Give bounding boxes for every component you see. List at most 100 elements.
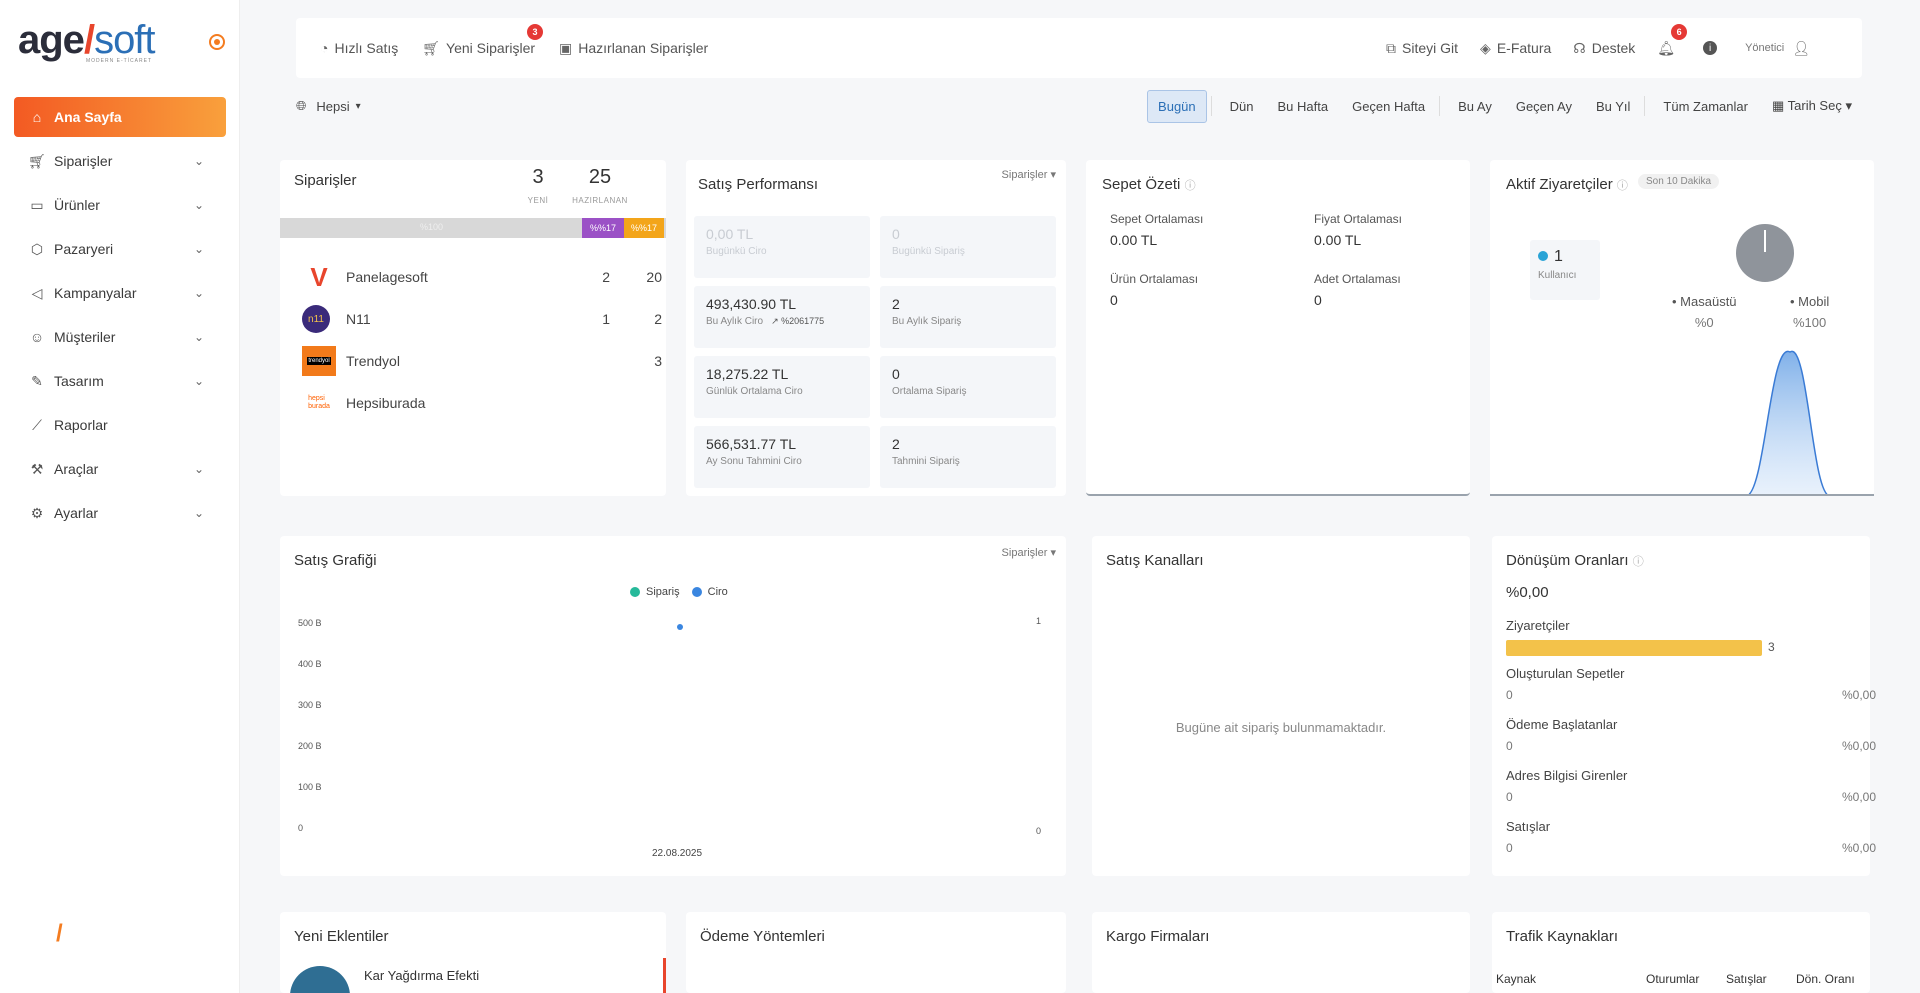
gear-icon: ⚙ [30,504,44,521]
cart-stat: Ürün Ortalaması 0 [1110,272,1198,308]
info-icon: i [1703,41,1718,55]
notifications-button[interactable]: 🔔︎ 6 [1657,23,1688,57]
new-plugins-card: Yeni Eklentiler Kar Yağdırma Efekti [280,912,666,993]
sidebar-item-label: Kampanyalar [54,285,137,301]
visitor-count-box: 1 Kullanıcı [1530,240,1600,300]
cart-icon: 🛒︎ [28,152,46,169]
date-tab-1[interactable]: Dün [1220,91,1264,122]
marketplace-row[interactable]: hepsi burada Hepsiburada [302,386,662,420]
cart-stat-value: 0.00 TL [1314,232,1362,248]
chevron-down-icon: ⌄ [193,242,204,256]
sidebar-nav: ⌂ Ana Sayfa 🛒︎ Siparişler ⌄ ▭ Ürünler ⌄ ⬡ Pazarye… [14,97,226,537]
chevron-down-icon: ⌄ [193,462,204,476]
brand-logo[interactable]: age/soft [18,18,156,63]
sales-channels-card: Satış Kanalları Bugüne ait sipariş bulun… [1092,536,1470,876]
date-tab-5[interactable]: Geçen Ay [1506,91,1582,122]
sidebar-item-label: Müşteriler [54,329,116,345]
sidebar-item-label: Ürünler [54,197,100,213]
cart-stat-label: Adet Ortalaması [1314,272,1401,286]
visitors-bar [1506,640,1762,656]
sidebar-item-5[interactable]: ☺ Müşteriler ⌄ [14,317,226,357]
sidebar-item-4[interactable]: ◁ Kampanyalar ⌄ [14,273,226,313]
visit-site-link[interactable]: ⧉ Siteyi Git [1386,40,1458,57]
support-link[interactable]: ☊ Destek [1573,40,1635,57]
sales-channels-title: Satış Kanalları [1106,552,1204,569]
new-orders-link[interactable]: 🛒︎ Yeni Siparişler 3 [422,23,544,57]
data-point-ciro[interactable] [677,624,683,630]
marketplace-row[interactable]: V Panelagesoft 2 20 [302,260,662,294]
pen-icon: ✎ [31,372,43,389]
performance-stat: 493,430.90 TL Bu Aylık Ciro ↗ %2061775 [694,286,870,348]
active-visitors-title: Aktif Ziyaretçiler ⓘ [1506,176,1628,193]
stat-label: Günlük Ortalama Ciro [706,386,803,397]
user-menu[interactable]: Yönetici 👤︎ [1745,40,1816,57]
performance-stat: 18,275.22 TL Günlük Ortalama Ciro [694,356,870,418]
visitors-period-badge: Son 10 Dakika [1638,174,1720,189]
date-tab-7[interactable]: Tüm Zamanlar [1653,91,1758,122]
marketplace-row[interactable]: trendyol Trendyol 3 [302,344,662,378]
legend-mobile: • Mobil %100 [1790,294,1830,330]
date-tab-0[interactable]: Bugün [1147,89,1207,123]
visitors-value: 3 [1768,640,1775,654]
prepared-orders-link[interactable]: ▣ Hazırlanan Siparişler [559,40,708,57]
stat-label: Ortalama Sipariş [892,386,967,397]
sidebar-item-label: Ana Sayfa [54,109,122,125]
sidebar: age/soft MODERN E-TİCARET ⌂ Ana Sayfa 🛒︎ Si… [0,0,240,993]
chevron-down-icon: ⌄ [193,330,204,344]
new-orders-badge: 3 [527,23,544,40]
stat-label: Tahmini Sipariş [892,456,960,467]
active-visitors-card: Aktif Ziyaretçiler ⓘ Son 10 Dakika 1 Kul… [1490,160,1874,496]
performance-stat: 566,531.77 TL Ay Sonu Tahmini Ciro [694,426,870,488]
traffic-header-sales: Satışlar [1726,972,1767,986]
sales-chart-card: Satış Grafiği Siparişler ▾ Sipariş Ciro … [280,536,1066,876]
performance-filter-select[interactable]: Siparişler ▾ [1002,168,1056,181]
pick-date-button[interactable]: ▦ Tarih Seç ▾ [1762,90,1862,122]
plugin-name[interactable]: Kar Yağdırma Efekti [364,968,479,983]
date-tab-3[interactable]: Geçen Hafta [1342,91,1435,122]
scope-select[interactable]: 🌐︎ Hepsi ▾ [296,98,361,114]
conversion-rate: %0,00 [1506,584,1549,601]
sidebar-item-3[interactable]: ⬡ Pazaryeri ⌄ [14,229,226,269]
sidebar-item-2[interactable]: ▭ Ürünler ⌄ [14,185,226,225]
y-tick-label: 400 B [298,659,322,669]
marketplace-name: Trendyol [346,353,400,369]
traffic-header-source: Kaynak [1496,972,1537,986]
payment-methods-card: Ödeme Yöntemleri [686,912,1066,993]
marketplace-row[interactable]: n11 N11 1 2 [302,302,662,336]
chevron-down-icon: ⌄ [193,198,204,212]
brand-tagline: MODERN E-TİCARET [86,58,152,64]
scrollbar[interactable] [663,958,666,993]
sidebar-item-label: Pazaryeri [54,241,114,257]
headset-icon: ☊ [1573,39,1586,56]
stat-label: Bugünkü Ciro [706,246,767,257]
conversion-step-count: 0 [1506,739,1513,753]
cart-stat-label: Fiyat Ortalaması [1314,212,1403,226]
e-invoice-link[interactable]: ◈ E-Fatura [1480,40,1551,57]
traffic-header-sessions: Oturumlar [1646,972,1700,986]
sidebar-item-1[interactable]: 🛒︎ Siparişler ⌄ [14,141,226,181]
sidebar-item-6[interactable]: ✎ Tasarım ⌄ [14,361,226,401]
date-tab-4[interactable]: Bu Ay [1448,91,1502,122]
sidebar-item-label: Tasarım [54,373,104,389]
sidebar-item-9[interactable]: ⚙ Ayarlar ⌄ [14,493,226,533]
date-tab-6[interactable]: Bu Yıl [1586,91,1640,122]
chevron-down-icon: ⌄ [193,374,204,388]
sidebar-item-8[interactable]: ⚒ Araçlar ⌄ [14,449,226,489]
stat-label: Ay Sonu Tahmini Ciro [706,456,802,467]
date-tab-2[interactable]: Bu Hafta [1268,91,1339,122]
info-button[interactable]: i [1703,41,1723,55]
sidebar-item-0[interactable]: ⌂ Ana Sayfa [14,97,226,137]
x-tick-label: 22.08.2025 [652,848,702,859]
pin-sidebar-icon[interactable] [209,34,225,50]
topbar: ◔ Hızlı Satış 🛒︎ Yeni Siparişler 3 ▣ Hazırla… [296,18,1862,78]
brand-slash-icon: / [56,920,63,947]
external-link-icon: ⧉ [1386,39,1397,56]
tools-icon: ⚒ [30,460,44,477]
sidebar-item-7[interactable]: ⟋ Raporlar [14,405,226,445]
sales-performance-card: Satış Performansı Siparişler ▾ 0,00 TL Bu… [686,160,1066,496]
conversion-step-values: 0 %0,00 [1506,790,1876,804]
marketplace-name: Panelagesoft [346,269,428,285]
stat-label: Bugünkü Sipariş [892,246,965,257]
marketplace-name: N11 [346,311,371,327]
quick-sale-link[interactable]: ◔ Hızlı Satış [320,40,398,56]
